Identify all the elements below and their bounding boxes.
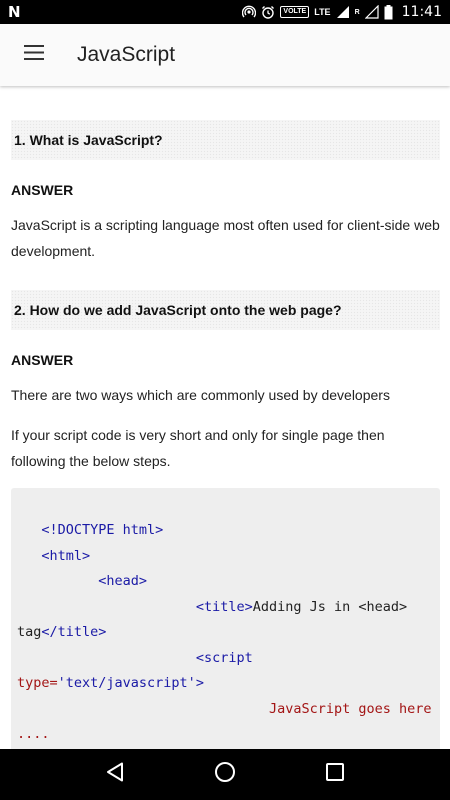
notification-n-icon: N [8, 3, 21, 21]
answer-label: ANSWER [11, 352, 74, 368]
status-right: VOLTE LTE R 11:41 [242, 4, 442, 20]
recents-button[interactable] [315, 755, 355, 795]
code-block: <!DOCTYPE html> <html> <head> <title>Add… [11, 488, 440, 749]
answer-label: ANSWER [11, 182, 74, 198]
code-line: <html> [41, 547, 91, 564]
battery-icon [384, 4, 393, 20]
code-line: .... [17, 726, 50, 742]
status-left: N [8, 3, 21, 21]
answer-paragraph: JavaScript is a scripting language most … [11, 217, 440, 259]
recents-square-icon [326, 763, 344, 786]
status-time: 11:41 [401, 4, 442, 20]
back-triangle-icon [106, 762, 124, 787]
app-toolbar: JavaScript [0, 24, 450, 86]
home-circle-icon [214, 761, 236, 788]
menu-button[interactable] [0, 24, 68, 86]
question-heading: 2. How do we add JavaScript onto the web… [11, 290, 440, 330]
question-heading: 1. What is JavaScript? [11, 120, 440, 160]
back-button[interactable] [95, 755, 135, 795]
system-nav-bar [0, 749, 450, 800]
answer-paragraph: There are two ways which are commonly us… [11, 387, 390, 403]
page-title: JavaScript [77, 43, 176, 66]
signal-icon [336, 5, 350, 19]
code-line: <script [195, 649, 253, 666]
hamburger-menu-icon [24, 45, 44, 65]
home-button[interactable] [205, 755, 245, 795]
hotspot-icon [242, 5, 257, 19]
roaming-label: R [354, 8, 360, 16]
code-line: tag</title> [17, 624, 107, 640]
signal-empty-icon [364, 5, 379, 19]
code-line: <title>Adding Js in <head> [195, 598, 408, 615]
code-line: <head> [98, 573, 148, 589]
alarm-icon [261, 5, 275, 19]
status-bar: N VOLTE LTE R 11:41 [0, 0, 450, 24]
lte-label: LTE [314, 6, 331, 17]
content-scroll-area[interactable]: 1. What is JavaScript? ANSWER JavaScript… [0, 86, 450, 749]
lte-indicator: LTE [314, 6, 331, 17]
answer-paragraph: If your script code is very short and on… [11, 427, 385, 469]
volte-badge: VOLTE [280, 6, 310, 18]
code-line: type='text/javascript'> [17, 675, 204, 691]
code-line: <!DOCTYPE html> [41, 522, 164, 538]
code-line: JavaScript goes here [268, 700, 432, 717]
